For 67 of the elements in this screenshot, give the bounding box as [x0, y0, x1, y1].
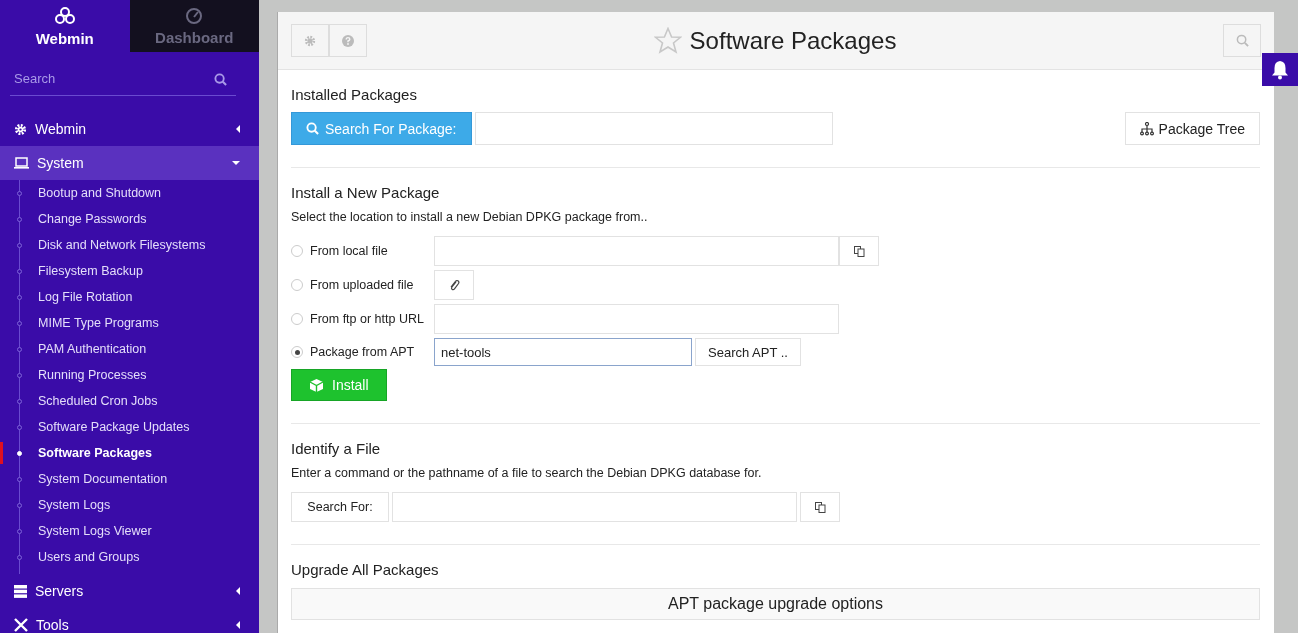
radio-option[interactable]: From ftp or http URL: [291, 312, 434, 326]
radio-option[interactable]: From local file: [291, 244, 434, 258]
gear-icon: [14, 122, 27, 136]
package-tree-button[interactable]: Package Tree: [1124, 112, 1260, 145]
sidebar-category[interactable]: System: [0, 146, 259, 180]
search-icon: [1235, 34, 1249, 47]
cube-icon: [309, 377, 324, 393]
caret-icon: [232, 161, 240, 165]
search-icon: [214, 72, 227, 86]
file-chooser-button[interactable]: [800, 492, 840, 522]
paperclip-icon: [448, 278, 460, 292]
gauge-icon: [185, 6, 204, 25]
server-icon: [14, 584, 27, 598]
sidebar-item[interactable]: MIME Type Programs: [0, 310, 259, 336]
star-icon[interactable]: [653, 27, 682, 54]
radio-option[interactable]: Package from APT: [291, 345, 434, 359]
copy-icon: [814, 501, 826, 513]
caret-icon: [236, 125, 240, 133]
sidebar-item[interactable]: Disk and Network Filesystems: [0, 232, 259, 258]
package-search-field[interactable]: [474, 112, 833, 145]
sidebar-category[interactable]: Tools: [0, 608, 259, 633]
help-icon: [342, 34, 354, 47]
sidebar-item[interactable]: System Logs Viewer: [0, 518, 259, 544]
sidebar-item[interactable]: Change Passwords: [0, 206, 259, 232]
laptop-icon: [14, 157, 29, 169]
search-apt-button[interactable]: Search APT ..: [695, 338, 801, 366]
sidebar-item[interactable]: Log File Rotation: [0, 284, 259, 310]
page-title: Software Packages: [689, 26, 897, 55]
caret-icon: [236, 587, 240, 595]
sidebar-item[interactable]: System Documentation: [0, 466, 259, 492]
help-button[interactable]: [329, 24, 367, 57]
bell-icon: [1271, 59, 1289, 80]
sitemap-icon: [1139, 121, 1154, 136]
file-chooser-button[interactable]: [839, 236, 879, 266]
sidebar-category[interactable]: Webmin: [0, 112, 259, 146]
section-heading: Installed Packages: [291, 86, 418, 103]
sidebar-item[interactable]: Bootup and Shutdown: [0, 180, 259, 206]
search-for-label: Search For:: [291, 492, 389, 522]
section-heading: Upgrade All Packages: [291, 561, 440, 578]
sidebar-item[interactable]: Scheduled Cron Jobs: [0, 388, 259, 414]
search-icon: [306, 122, 319, 135]
sidebar-category[interactable]: Servers: [0, 574, 259, 608]
logo-icon: [54, 5, 75, 26]
notification-button[interactable]: [1262, 53, 1298, 86]
apt-package-field[interactable]: net-tools: [434, 338, 692, 366]
caret-icon: [236, 621, 240, 629]
file-search-field[interactable]: [392, 492, 797, 522]
section-description: Enter a command or the pathname of a file to search the Debian DPKG database for.: [291, 466, 763, 480]
sidebar-search-field[interactable]: Search: [10, 62, 236, 96]
url-field[interactable]: [434, 304, 839, 334]
file-path-field[interactable]: [434, 236, 839, 266]
table-header: APT package upgrade options: [291, 588, 1260, 620]
upload-button[interactable]: [434, 270, 474, 300]
sidebar-item[interactable]: System Logs: [0, 492, 259, 518]
sidebar-item[interactable]: Running Processes: [0, 362, 259, 388]
section-heading: Identify a File: [291, 440, 382, 457]
sidebar-item[interactable]: PAM Authentication: [0, 336, 259, 362]
gear-icon: [304, 34, 316, 47]
copy-icon: [853, 245, 865, 257]
section-heading: Install a New Package: [291, 184, 441, 201]
settings-button[interactable]: [291, 24, 329, 57]
sidebar-item[interactable]: Users and Groups: [0, 544, 259, 570]
section-description: Select the location to install a new Debian DPKG package from..: [291, 210, 649, 224]
sidebar-item[interactable]: Software Package Updates: [0, 414, 259, 440]
sidebar-item[interactable]: Filesystem Backup: [0, 258, 259, 284]
sidebar-item[interactable]: Software Packages: [0, 440, 259, 466]
radio-option[interactable]: From uploaded file: [291, 278, 434, 292]
